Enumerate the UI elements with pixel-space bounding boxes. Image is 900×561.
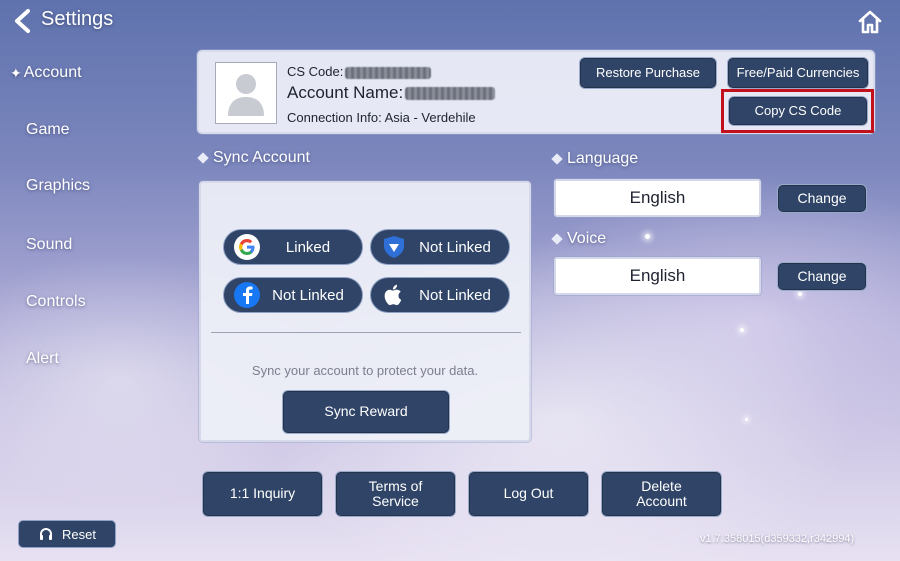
voice-heading-label: Voice xyxy=(567,230,607,247)
google-status: Linked xyxy=(285,238,331,256)
restore-purchase-button[interactable]: Restore Purchase xyxy=(579,57,717,89)
free-paid-currencies-button[interactable]: Free/Paid Currencies xyxy=(727,57,869,89)
sidebar-item-account[interactable]: ✦ Account xyxy=(10,64,82,82)
diamond-icon xyxy=(551,153,563,165)
chevron-left-icon xyxy=(15,9,30,33)
voice-change-button[interactable]: Change xyxy=(777,262,867,291)
headset-icon xyxy=(40,528,53,540)
reset-label: Reset xyxy=(62,526,96,542)
redacted-value xyxy=(345,66,432,79)
sync-note: Sync your account to protect your data. xyxy=(251,363,479,378)
connection-info: Connection Info: Asia - Verdehile xyxy=(287,110,476,125)
apple-icon xyxy=(381,282,407,308)
sparkle-decoration xyxy=(745,418,748,421)
sync-reward-button[interactable]: Sync Reward xyxy=(282,390,450,434)
shield-account-status: Not Linked xyxy=(419,238,491,256)
sparkle-decoration xyxy=(740,328,744,332)
sync-account-heading: Sync Account xyxy=(197,149,310,167)
account-name-label: Account Name: xyxy=(287,83,404,102)
terms-of-service-button[interactable]: Terms of Service xyxy=(335,471,456,517)
sparkle-decoration xyxy=(798,292,802,296)
sidebar-item-controls[interactable]: Controls xyxy=(26,293,86,311)
home-button[interactable] xyxy=(856,8,884,36)
google-icon xyxy=(234,234,260,260)
user-silhouette-icon xyxy=(228,74,264,116)
redacted-value xyxy=(405,87,496,101)
facebook-link-button[interactable]: Not Linked xyxy=(223,277,363,313)
inquiry-button[interactable]: 1:1 Inquiry xyxy=(202,471,323,517)
page-title: Settings xyxy=(41,8,114,30)
sync-account-panel: Linked Not Linked Not Linked Not Linked … xyxy=(199,181,531,442)
shield-glyph xyxy=(384,236,404,258)
top-bar: Settings xyxy=(0,0,900,40)
diamond-icon xyxy=(551,233,563,245)
apple-status: Not Linked xyxy=(419,286,491,304)
delete-account-button[interactable]: Delete Account xyxy=(601,471,722,517)
back-button[interactable] xyxy=(8,6,38,36)
reset-button[interactable]: Reset xyxy=(18,520,116,548)
divider xyxy=(211,332,521,333)
home-icon xyxy=(858,10,882,34)
language-heading: Language xyxy=(551,150,639,168)
language-change-button[interactable]: Change xyxy=(777,184,867,213)
account-name-row: Account Name: xyxy=(287,83,496,103)
apple-glyph xyxy=(384,284,402,306)
cs-code-row: CS Code: xyxy=(287,64,432,79)
apple-link-button[interactable]: Not Linked xyxy=(370,277,510,313)
sparkle-decoration xyxy=(645,234,650,239)
language-value: English xyxy=(554,179,761,217)
version-label: v1.7.358015(d359332,r342994) xyxy=(700,533,855,545)
cs-code-label: CS Code: xyxy=(287,64,344,79)
sidebar-item-sound[interactable]: Sound xyxy=(26,236,72,254)
language-heading-label: Language xyxy=(567,150,639,167)
shield-icon xyxy=(381,234,407,260)
sidebar-item-alert[interactable]: Alert xyxy=(26,350,59,368)
highlight-box xyxy=(721,89,874,133)
avatar xyxy=(215,62,277,124)
facebook-icon xyxy=(234,282,260,308)
shield-account-link-button[interactable]: Not Linked xyxy=(370,229,510,265)
sidebar-item-label: Account xyxy=(23,64,82,81)
sidebar-item-graphics[interactable]: Graphics xyxy=(26,177,90,195)
sparkle-icon: ✦ xyxy=(10,65,22,81)
facebook-status: Not Linked xyxy=(272,286,344,304)
google-g-glyph xyxy=(239,239,255,255)
facebook-f-glyph xyxy=(243,286,253,304)
sidebar-item-game[interactable]: Game xyxy=(26,121,70,139)
google-link-button[interactable]: Linked xyxy=(223,229,363,265)
voice-value: English xyxy=(554,257,761,295)
sync-account-label: Sync Account xyxy=(213,149,310,166)
diamond-icon xyxy=(197,152,209,164)
log-out-button[interactable]: Log Out xyxy=(468,471,589,517)
voice-heading: Voice xyxy=(551,230,607,248)
